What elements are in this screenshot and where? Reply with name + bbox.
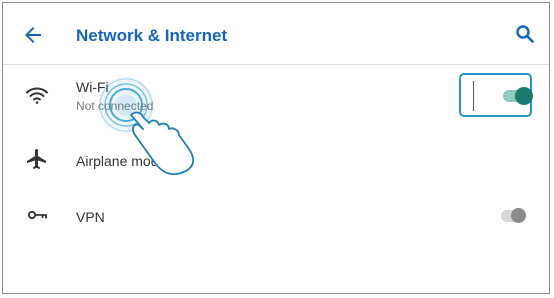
wifi-label: Wi-Fi bbox=[76, 79, 109, 95]
text-cursor bbox=[473, 81, 474, 111]
switch-thumb bbox=[515, 87, 533, 105]
wifi-status: Not connected bbox=[76, 99, 154, 113]
setting-row-airplane[interactable]: Airplane mode bbox=[3, 133, 549, 183]
wifi-toggle-highlight bbox=[459, 73, 533, 117]
wifi-icon bbox=[25, 83, 49, 107]
app-bar: Network & Internet bbox=[3, 3, 549, 65]
arrow-back-icon bbox=[25, 27, 41, 43]
vpn-toggle[interactable] bbox=[499, 207, 529, 225]
airplane-icon bbox=[25, 147, 49, 171]
search-icon bbox=[516, 25, 534, 43]
setting-row-vpn[interactable]: VPN bbox=[3, 189, 549, 239]
back-button[interactable] bbox=[21, 23, 45, 47]
vpn-label: VPN bbox=[76, 209, 105, 225]
page-title: Network & Internet bbox=[76, 26, 228, 45]
switch-thumb bbox=[511, 208, 526, 223]
airplane-label: Airplane mode bbox=[76, 153, 167, 169]
search-button[interactable] bbox=[513, 22, 537, 46]
vpn-key-icon bbox=[25, 203, 49, 227]
settings-screen: Network & Internet Wi-Fi Not connected A… bbox=[2, 2, 550, 294]
